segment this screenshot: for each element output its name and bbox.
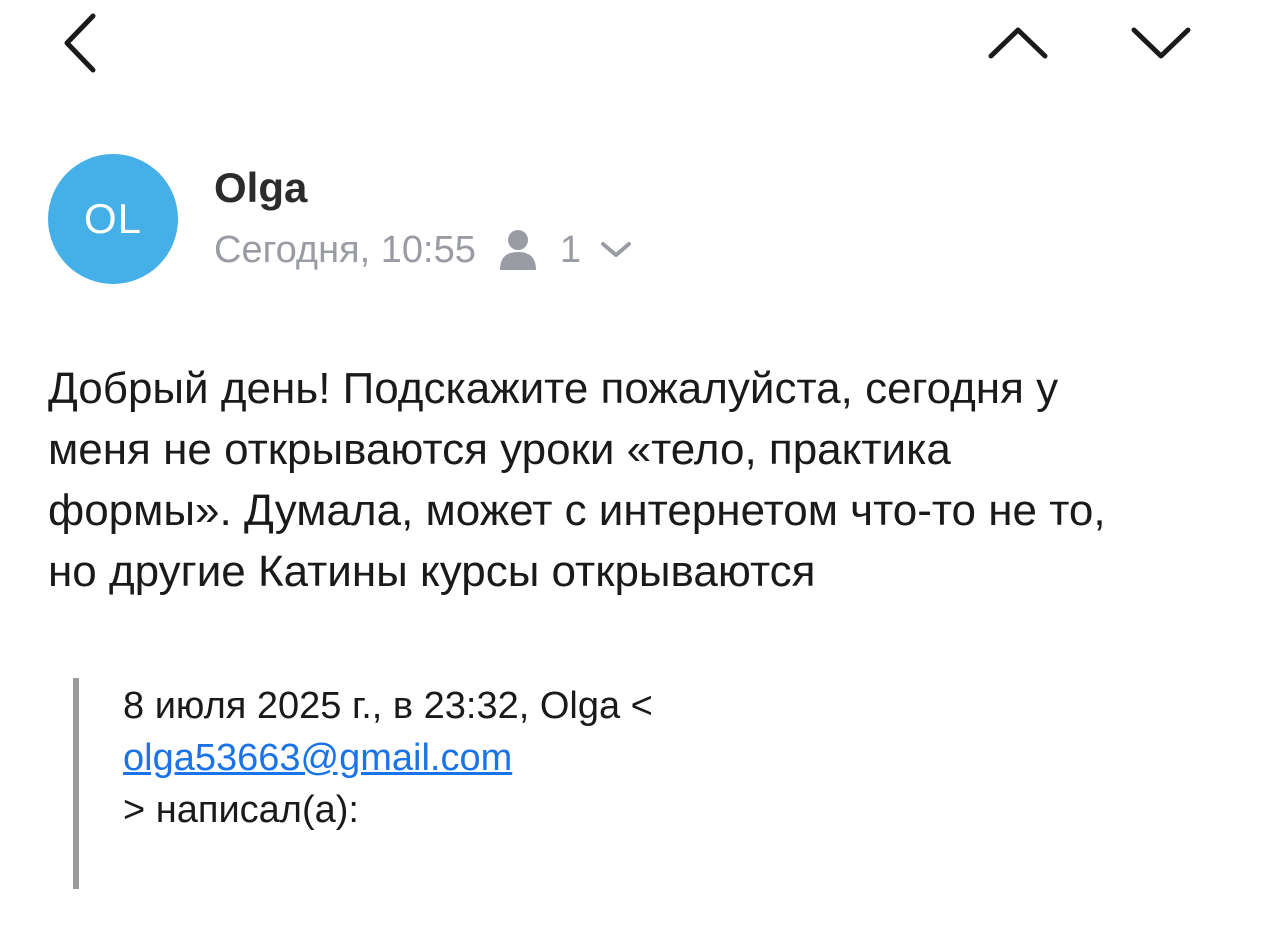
quoted-message: 8 июля 2025 г., в 23:32, Olga < olga5366… xyxy=(73,678,1229,889)
back-button[interactable] xyxy=(55,12,105,74)
chevron-up-icon xyxy=(988,27,1048,59)
avatar-initials: OL xyxy=(83,195,143,242)
message-body-line: Добрый день! Подскажите пожалуйста, сего… xyxy=(48,364,1059,413)
message-body: Добрый день! Подскажите пожалуйста, сего… xyxy=(48,358,1248,602)
quote-email-link[interactable]: olga53663@gmail.com xyxy=(123,737,512,779)
recipients-count: 1 xyxy=(559,228,581,271)
sender-name[interactable]: Olga xyxy=(214,164,307,212)
message-body-line: но другие Катины курсы открываются xyxy=(48,547,816,596)
quote-text: 8 июля 2025 г., в 23:32, Olga < olga5366… xyxy=(123,680,653,836)
next-message-button[interactable] xyxy=(1128,20,1194,64)
toolbar xyxy=(0,0,1280,90)
message-date: Сегодня, 10:55 xyxy=(214,228,476,271)
avatar[interactable]: OL xyxy=(48,154,178,284)
quote-header: 8 июля 2025 г., в 23:32, Olga < xyxy=(123,685,653,727)
chevron-left-icon xyxy=(64,13,96,73)
message-body-line: формы». Думала, может с интернетом что-т… xyxy=(48,486,1106,535)
previous-message-button[interactable] xyxy=(985,20,1051,64)
person-icon xyxy=(498,228,538,272)
chevron-down-icon xyxy=(1131,27,1191,59)
message-body-line: меня не открываются уроки «тело, практик… xyxy=(48,425,951,474)
expand-recipients-icon[interactable] xyxy=(599,239,633,261)
quote-footer: > написал(а): xyxy=(123,789,359,831)
message-meta[interactable]: Сегодня, 10:55 1 xyxy=(214,224,633,276)
